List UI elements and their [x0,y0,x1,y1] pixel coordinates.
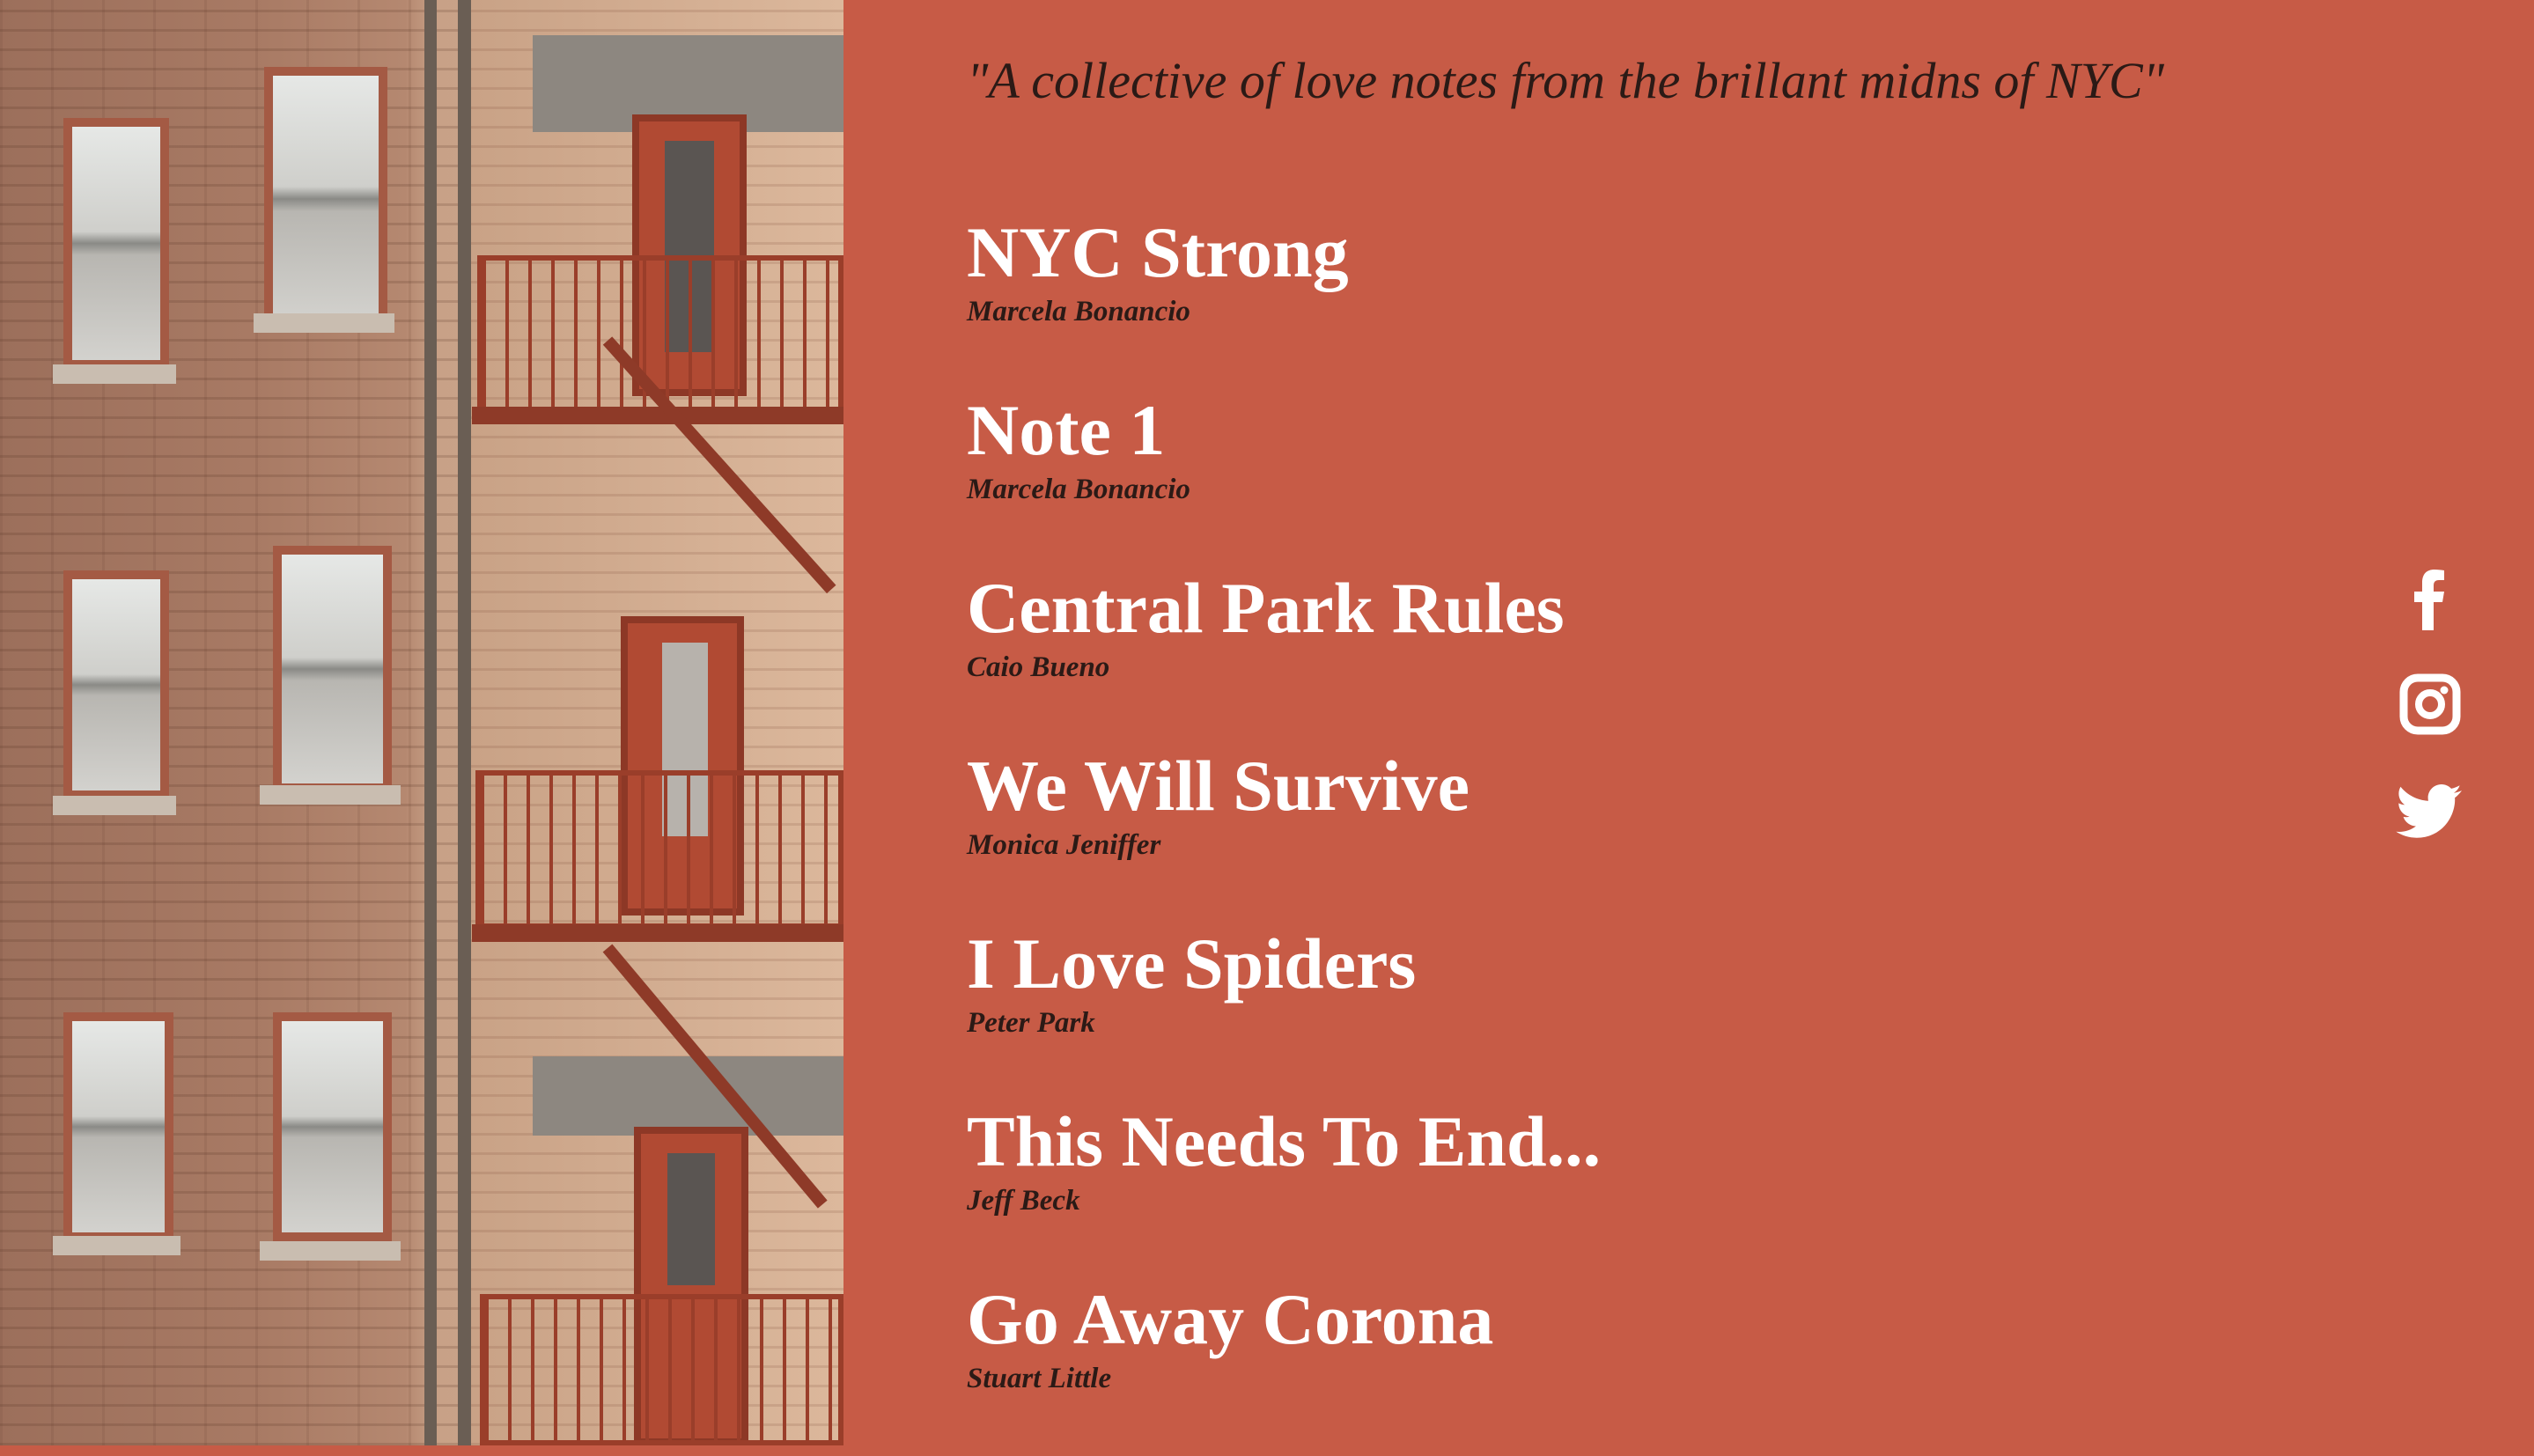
window-sill [53,1236,180,1255]
social-links [2395,563,2465,880]
note-title[interactable]: I Love Spiders [967,923,2287,1005]
note-item[interactable]: Go Away Corona Stuart Little [967,1278,2287,1456]
note-author: Jeff Beck [967,1185,1080,1217]
note-author: Caio Bueno [967,651,1110,683]
window [273,1012,392,1241]
note-author: Marcela Bonancio [967,296,1190,327]
fire-escape-railing [475,770,843,929]
note-author: Stuart Little [967,1363,1112,1394]
instagram-link[interactable] [2395,669,2465,739]
note-author: Peter Park [967,1007,1095,1039]
twitter-icon [2396,784,2462,838]
note-author: Monica Jeniffer [967,829,1161,861]
note-author: Marcela Bonancio [967,474,1190,505]
note-title[interactable]: This Needs To End... [967,1100,2287,1183]
window [63,570,169,799]
fire-escape-railing [480,1294,843,1445]
note-item[interactable]: We Will Survive Monica Jeniffer [967,745,2287,923]
window-sill [260,1241,401,1261]
instagram-icon [2399,673,2461,735]
site-tagline: "A collective of love notes from the bri… [967,52,2165,109]
window [264,67,387,331]
note-item[interactable]: Note 1 Marcela Bonancio [967,389,2287,567]
note-item[interactable]: This Needs To End... Jeff Beck [967,1100,2287,1278]
note-title[interactable]: Note 1 [967,389,2287,472]
window-sill [53,364,176,384]
stone-band [533,1056,843,1136]
building-photo [0,0,843,1445]
fire-escape-platform [472,407,843,424]
fire-escape-platform [472,924,843,942]
window [63,1012,173,1241]
note-title[interactable]: NYC Strong [967,211,2287,294]
note-title[interactable]: Central Park Rules [967,567,2287,650]
twitter-link[interactable] [2395,775,2465,845]
window-sill [53,796,176,815]
note-item[interactable]: I Love Spiders Peter Park [967,923,2287,1100]
note-item[interactable]: NYC Strong Marcela Bonancio [967,211,2287,389]
window [63,118,169,369]
window [273,546,392,792]
note-title[interactable]: Go Away Corona [967,1278,2287,1361]
note-title[interactable]: We Will Survive [967,745,2287,827]
window-sill [254,313,394,333]
door-window [667,1153,715,1285]
notes-list: NYC Strong Marcela Bonancio Note 1 Marce… [967,211,2287,1456]
facebook-icon [2414,570,2444,630]
note-item[interactable]: Central Park Rules Caio Bueno [967,567,2287,745]
facebook-link[interactable] [2395,563,2465,634]
drain-pipe [424,0,437,1445]
window-sill [260,785,401,805]
